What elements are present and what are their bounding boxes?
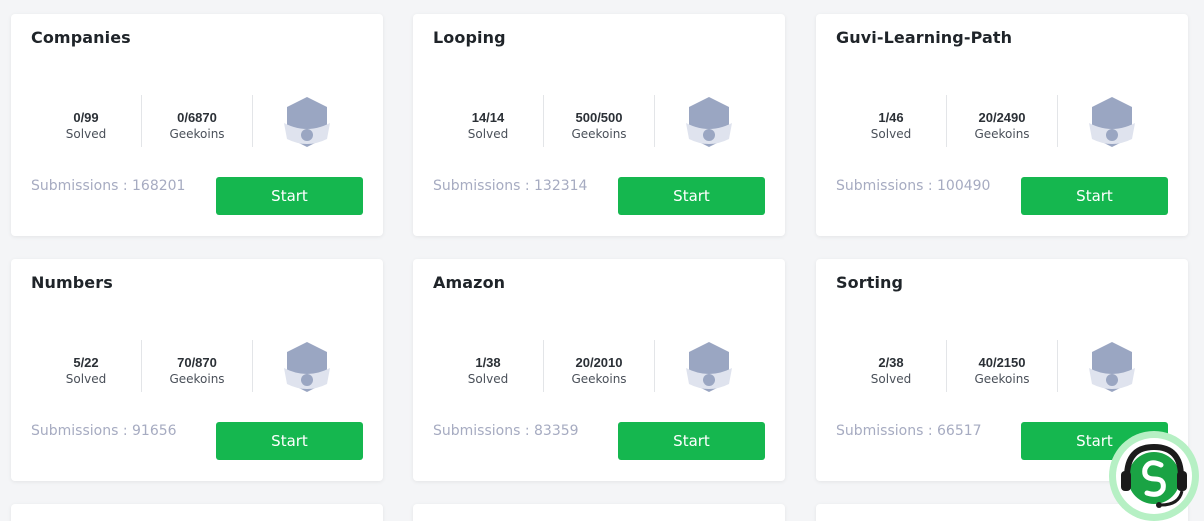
geekoins-stat: 40/2150 Geekoins (947, 355, 1057, 388)
locked-badge-icon (281, 95, 333, 149)
start-button[interactable]: Start (618, 177, 765, 215)
course-card-amazon: Amazon 1/38 Solved 20/2010 Geekoins Subm… (413, 259, 785, 481)
support-headset-icon (1116, 438, 1192, 514)
course-card-partial (11, 504, 383, 521)
submissions-count: Submissions : 83359 (433, 423, 579, 439)
locked-badge-icon (1086, 340, 1138, 394)
solved-label: Solved (870, 372, 912, 386)
start-button[interactable]: Start (216, 177, 363, 215)
geekoins-label: Geekoins (571, 372, 627, 386)
support-chat-button[interactable] (1109, 431, 1199, 521)
geekoins-stat: 0/6870 Geekoins (142, 110, 252, 143)
solved-count: 5/22 (73, 355, 99, 370)
geekoins-label: Geekoins (974, 127, 1030, 141)
geekoins-count: 500/500 (575, 110, 623, 125)
course-title: Guvi-Learning-Path (836, 28, 1013, 47)
submissions-count: Submissions : 91656 (31, 423, 177, 439)
geekoins-label: Geekoins (974, 372, 1030, 386)
submissions-count: Submissions : 168201 (31, 178, 186, 194)
course-title: Looping (433, 28, 506, 47)
submissions-count: Submissions : 100490 (836, 178, 991, 194)
solved-count: 1/38 (475, 355, 501, 370)
solved-label: Solved (65, 127, 107, 141)
locked-badge-icon (683, 340, 735, 394)
solved-label: Solved (65, 372, 107, 386)
locked-badge-icon (683, 95, 735, 149)
locked-badge-icon (1086, 95, 1138, 149)
solved-label: Solved (467, 372, 509, 386)
geekoins-count: 20/2490 (978, 110, 1026, 125)
geekoins-stat: 20/2010 Geekoins (544, 355, 654, 388)
geekoins-label: Geekoins (169, 372, 225, 386)
start-button[interactable]: Start (618, 422, 765, 460)
course-card-numbers: Numbers 5/22 Solved 70/870 Geekoins Subm… (11, 259, 383, 481)
solved-count: 0/99 (73, 110, 99, 125)
solved-count: 1/46 (878, 110, 904, 125)
stat-divider (252, 340, 253, 392)
course-card-companies: Companies 0/99 Solved 0/6870 Geekoins Su… (11, 14, 383, 236)
geekoins-count: 40/2150 (978, 355, 1026, 370)
stat-divider (1057, 340, 1058, 392)
solved-stat: 2/38 Solved (836, 355, 946, 388)
solved-stat: 1/46 Solved (836, 110, 946, 143)
geekoins-count: 20/2010 (575, 355, 623, 370)
course-card-partial (413, 504, 785, 521)
geekoins-stat: 20/2490 Geekoins (947, 110, 1057, 143)
solved-count: 14/14 (471, 110, 505, 125)
stat-divider (654, 95, 655, 147)
start-button[interactable]: Start (1021, 177, 1168, 215)
solved-stat: 14/14 Solved (433, 110, 543, 143)
geekoins-stat: 500/500 Geekoins (544, 110, 654, 143)
geekoins-count: 0/6870 (177, 110, 217, 125)
course-title: Companies (31, 28, 131, 47)
start-button[interactable]: Start (216, 422, 363, 460)
course-card-looping: Looping 14/14 Solved 500/500 Geekoins Su… (413, 14, 785, 236)
solved-stat: 5/22 Solved (31, 355, 141, 388)
submissions-count: Submissions : 66517 (836, 423, 982, 439)
geekoins-stat: 70/870 Geekoins (142, 355, 252, 388)
course-title: Sorting (836, 273, 904, 292)
stat-divider (1057, 95, 1058, 147)
course-title: Numbers (31, 273, 113, 292)
solved-label: Solved (467, 127, 509, 141)
course-title: Amazon (433, 273, 506, 292)
solved-stat: 1/38 Solved (433, 355, 543, 388)
solved-label: Solved (870, 127, 912, 141)
geekoins-label: Geekoins (571, 127, 627, 141)
stat-divider (654, 340, 655, 392)
solved-stat: 0/99 Solved (31, 110, 141, 143)
course-card-guvi-learning-path: Guvi-Learning-Path 1/46 Solved 20/2490 G… (816, 14, 1188, 236)
geekoins-label: Geekoins (169, 127, 225, 141)
locked-badge-icon (281, 340, 333, 394)
solved-count: 2/38 (878, 355, 904, 370)
stat-divider (252, 95, 253, 147)
submissions-count: Submissions : 132314 (433, 178, 588, 194)
geekoins-count: 70/870 (177, 355, 217, 370)
